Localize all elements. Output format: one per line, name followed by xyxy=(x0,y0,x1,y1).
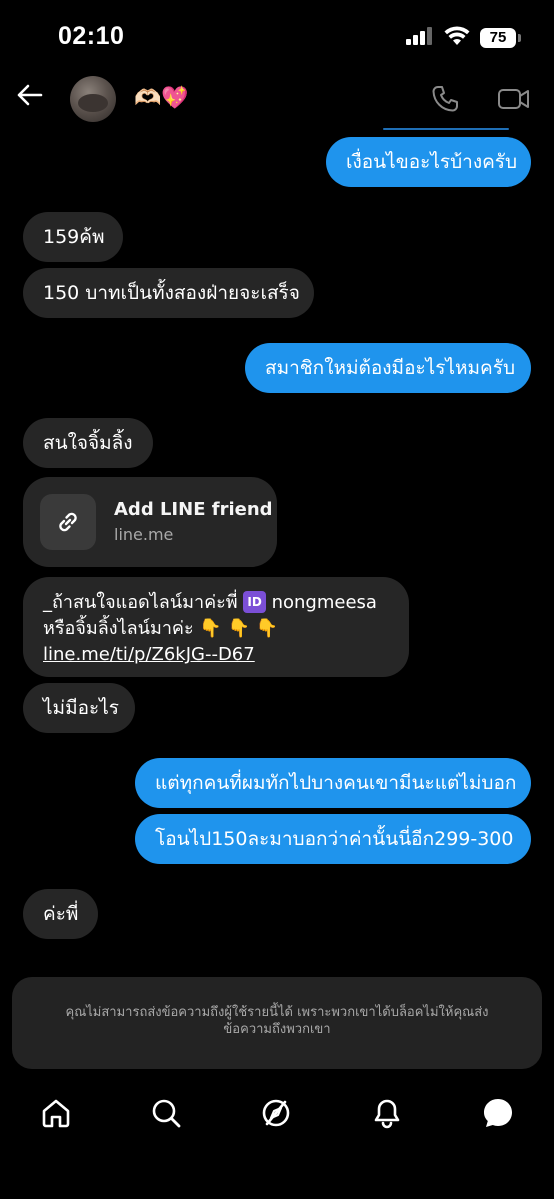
blocked-notice-text: คุณไม่สามารถส่งข้อความถึงผู้ใช้รายนี้ได้… xyxy=(65,1005,489,1020)
status-icons: 75 xyxy=(406,26,521,50)
nav-home[interactable] xyxy=(38,1097,74,1133)
id-badge: ID xyxy=(243,591,266,613)
message-text: ไม่มีอะไร xyxy=(43,697,119,719)
battery-icon: 75 xyxy=(480,28,521,48)
home-icon xyxy=(40,1097,72,1133)
message-text: _ถ้าสนใจแอดไลน์มาค่ะพี่ xyxy=(43,592,238,613)
messages-icon xyxy=(481,1096,515,1134)
nav-messages[interactable] xyxy=(480,1097,516,1133)
contact-name[interactable]: 🫶🏻💖 xyxy=(134,86,189,111)
status-time: 02:10 xyxy=(58,22,125,50)
back-button[interactable] xyxy=(14,82,44,112)
phone-icon xyxy=(430,86,460,118)
chat-header: 🫶🏻💖 xyxy=(0,70,554,130)
message-text: สนใจจิ้มลิ้ง xyxy=(43,432,133,454)
blocked-notice-text: ข้อความถึงพวกเขา xyxy=(223,1022,331,1037)
message-text: 159ค้พ xyxy=(43,226,105,248)
message-link[interactable]: line.me/ti/p/Z6kJG--D67 xyxy=(43,644,255,665)
message-text: 150 บาทเป็นทั้งสองฝ่ายจะเสร็จ xyxy=(43,282,300,304)
message-bubble-outgoing[interactable]: แต่ทุกคนที่ผมทักไปบางคนเขามีนะแต่ไม่บอก xyxy=(135,758,531,808)
link-icon xyxy=(40,494,96,550)
nav-search[interactable] xyxy=(148,1097,184,1133)
link-title: Add LINE friend xyxy=(114,499,273,520)
explore-icon xyxy=(259,1096,293,1134)
pointing-down-emoji: 👇 👇 👇 xyxy=(199,618,279,639)
message-text: สมาชิกใหม่ต้องมีอะไรไหมครับ xyxy=(265,357,516,379)
message-line: _ถ้าสนใจแอดไลน์มาค่ะพี่ ID nongmeesa xyxy=(43,590,389,616)
message-line: หรือจิ้มลิ้งไลน์มาค่ะ 👇 👇 👇 xyxy=(43,616,389,642)
signal-icon xyxy=(406,27,434,49)
wifi-icon xyxy=(444,26,470,50)
home-indicator xyxy=(210,1184,344,1189)
bottom-nav xyxy=(0,1085,554,1155)
message-text: หรือจิ้มลิ้งไลน์มาค่ะ xyxy=(43,618,194,639)
message-text: nongmeesa xyxy=(271,592,377,613)
video-call-button[interactable] xyxy=(497,84,531,114)
message-text: เงื่อนไขอะไรบ้างครับ xyxy=(346,151,518,173)
message-bubble-outgoing[interactable]: โอนไป150ละมาบอกว่าค่านั้นนี่อีก299-300 xyxy=(135,814,531,864)
message-line: line.me/ti/p/Z6kJG--D67 xyxy=(43,642,389,668)
message-bubble-outgoing[interactable]: สมาชิกใหม่ต้องมีอะไรไหมครับ xyxy=(245,343,531,393)
voice-call-button[interactable] xyxy=(430,84,460,114)
message-text: ค่ะพี่ xyxy=(43,903,79,925)
avatar[interactable] xyxy=(70,76,116,122)
search-icon xyxy=(150,1097,182,1133)
blocked-notice: คุณไม่สามารถส่งข้อความถึงผู้ใช้รายนี้ได้… xyxy=(12,977,542,1069)
back-arrow-icon xyxy=(15,83,43,111)
status-bar: 02:10 75 xyxy=(0,0,554,70)
message-bubble-incoming[interactable]: ค่ะพี่ xyxy=(23,889,98,939)
link-domain: line.me xyxy=(114,525,174,544)
nav-explore[interactable] xyxy=(258,1097,294,1133)
message-bubble-outgoing[interactable]: เงื่อนไขอะไรบ้างครับ xyxy=(326,137,531,187)
video-camera-icon xyxy=(497,89,531,118)
link-preview-card[interactable]: Add LINE friend line.me xyxy=(23,477,277,567)
message-text: แต่ทุกคนที่ผมทักไปบางคนเขามีนะแต่ไม่บอก xyxy=(155,772,517,794)
message-divider xyxy=(383,128,509,130)
message-bubble-incoming[interactable]: 159ค้พ xyxy=(23,212,123,262)
battery-level: 75 xyxy=(489,29,507,46)
nav-notifications[interactable] xyxy=(369,1097,405,1133)
message-bubble-incoming[interactable]: _ถ้าสนใจแอดไลน์มาค่ะพี่ ID nongmeesa หรื… xyxy=(23,577,409,677)
message-text: โอนไป150ละมาบอกว่าค่านั้นนี่อีก299-300 xyxy=(155,828,514,850)
message-bubble-incoming[interactable]: 150 บาทเป็นทั้งสองฝ่ายจะเสร็จ xyxy=(23,268,314,318)
message-bubble-incoming[interactable]: ไม่มีอะไร xyxy=(23,683,135,733)
message-bubble-incoming[interactable]: สนใจจิ้มลิ้ง xyxy=(23,418,153,468)
notifications-icon xyxy=(371,1097,403,1133)
